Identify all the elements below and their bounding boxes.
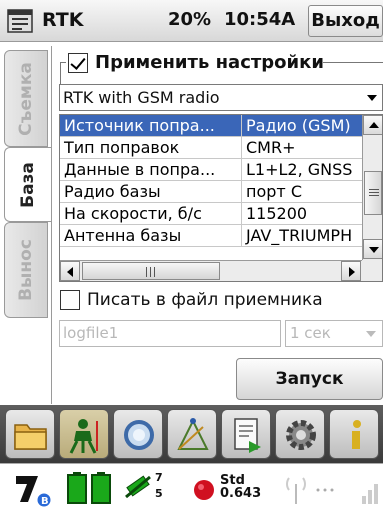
tab-survey-label: Съемка — [16, 61, 36, 136]
tab-base-label: База — [18, 161, 38, 208]
satellites-count-bottom: 5 — [155, 487, 163, 500]
arrow-down-icon — [369, 247, 379, 253]
info-button[interactable] — [329, 409, 379, 459]
group-frame — [323, 62, 383, 63]
start-menu-icon[interactable] — [6, 7, 34, 35]
satellites-count-top: 7 — [155, 471, 163, 484]
scroll-left-button[interactable] — [60, 261, 80, 281]
log-interval-select[interactable]: 1 сек — [285, 320, 383, 347]
table-cell-name: Антенна базы — [60, 225, 242, 247]
table-cell-name: Источник попра... — [60, 115, 242, 137]
write-to-receiver-label: Писать в файл приемника — [87, 290, 323, 310]
solution-status: Std 0.643 — [220, 474, 261, 500]
cogo-button[interactable] — [167, 409, 217, 459]
surveyor-icon — [69, 419, 98, 454]
table-row[interactable]: На скорости, б/с 115200 — [60, 203, 362, 225]
radio-antenna-icon — [286, 477, 306, 504]
settings-gear-icon — [286, 420, 316, 450]
table-row[interactable]: Источник попра... Радио (GSM) — [60, 115, 362, 137]
arrow-left-icon — [67, 267, 73, 277]
folder-icon — [14, 424, 47, 450]
apply-settings-checkbox[interactable] — [68, 53, 88, 73]
search-button[interactable] — [113, 409, 163, 459]
grip-line — [369, 195, 379, 196]
scroll-up-button[interactable] — [363, 115, 382, 135]
chevron-down-icon — [366, 331, 376, 337]
tab-content-border — [51, 46, 52, 404]
grip-line — [369, 192, 379, 193]
group-frame — [60, 62, 66, 63]
clock: 10:54A — [224, 9, 296, 30]
grip-line — [150, 267, 151, 277]
scroll-right-button[interactable] — [341, 261, 361, 281]
chevron-down-icon — [367, 95, 377, 101]
table-cell-value: Радио (GSM) — [242, 115, 362, 137]
apply-settings-label: Применить настройки — [95, 52, 324, 73]
scrollbar-corner — [362, 260, 382, 281]
title-bar: RTK 20% 10:54A Выход — [0, 0, 383, 42]
arrow-up-icon — [369, 122, 379, 128]
precision-value: 0.643 — [220, 486, 262, 501]
info-icon — [352, 420, 361, 449]
cogo-icon — [177, 418, 209, 450]
horizontal-scroll-thumb[interactable] — [82, 262, 220, 280]
tab-stakeout-label: Вынос — [16, 239, 36, 301]
tab-stakeout[interactable]: Вынос — [4, 222, 48, 318]
table-row[interactable]: Антенна базы JAV_TRIUMPH — [60, 225, 362, 247]
table-cell-name: Данные в попра... — [60, 159, 242, 181]
write-to-receiver-checkbox[interactable] — [60, 290, 80, 310]
app-title: RTK — [42, 9, 84, 31]
vertical-scrollbar[interactable] — [362, 115, 382, 260]
satellite-icon — [125, 475, 151, 499]
exit-button[interactable]: Выход — [308, 5, 383, 37]
folder-button[interactable] — [5, 409, 55, 459]
search-icon — [124, 420, 154, 450]
arrow-right-icon — [349, 267, 355, 277]
table-row[interactable]: Тип поправок CMR+ — [60, 137, 362, 159]
export-icon — [234, 418, 261, 453]
tab-survey[interactable]: Съемка — [4, 50, 48, 147]
group-frame — [60, 62, 61, 84]
table-cell-name: Радио базы — [60, 181, 242, 203]
bottom-toolbar — [0, 405, 383, 463]
profile-value: RTK with GSM radio — [63, 88, 220, 107]
table-cell-value: L1+L2, GNSS — [242, 159, 362, 181]
battery-icon — [67, 472, 111, 504]
svg-text:B: B — [41, 496, 49, 507]
tab-base[interactable]: База — [4, 147, 52, 222]
table-cell-value: CMR+ — [242, 137, 362, 159]
settings-table[interactable]: Источник попра... Радио (GSM) Тип поправ… — [59, 114, 383, 282]
table-cell-value: 115200 — [242, 203, 362, 225]
log-filename-field[interactable]: logfile1 — [59, 320, 281, 347]
export-button[interactable] — [221, 409, 271, 459]
profile-dropdown[interactable]: RTK with GSM radio — [59, 84, 383, 111]
signal-bars-icon — [362, 484, 378, 504]
table-row[interactable]: Радио базы порт C — [60, 181, 362, 203]
battery-level: 20% — [168, 9, 212, 30]
grip-line — [369, 189, 379, 190]
survey-button[interactable] — [59, 409, 109, 459]
settings-button[interactable] — [275, 409, 325, 459]
log-interval-value: 1 сек — [290, 324, 331, 342]
receiver-icon[interactable]: B — [14, 470, 54, 508]
grip-line — [146, 267, 147, 277]
solution-status-icon — [194, 480, 214, 500]
ellipsis-icon — [316, 488, 334, 492]
table-cell-name: Тип поправок — [60, 137, 242, 159]
vertical-scroll-thumb[interactable] — [364, 171, 382, 215]
horizontal-scrollbar[interactable] — [60, 260, 362, 281]
table-cell-name: На скорости, б/с — [60, 203, 242, 225]
table-cell-value: JAV_TRIUMPH — [242, 225, 362, 247]
table-cell-value: порт C — [242, 181, 362, 203]
start-button[interactable]: Запуск — [236, 358, 383, 400]
table-row[interactable]: Данные в попра... L1+L2, GNSS — [60, 159, 362, 181]
grip-line — [154, 267, 155, 277]
scroll-down-button[interactable] — [363, 239, 382, 259]
